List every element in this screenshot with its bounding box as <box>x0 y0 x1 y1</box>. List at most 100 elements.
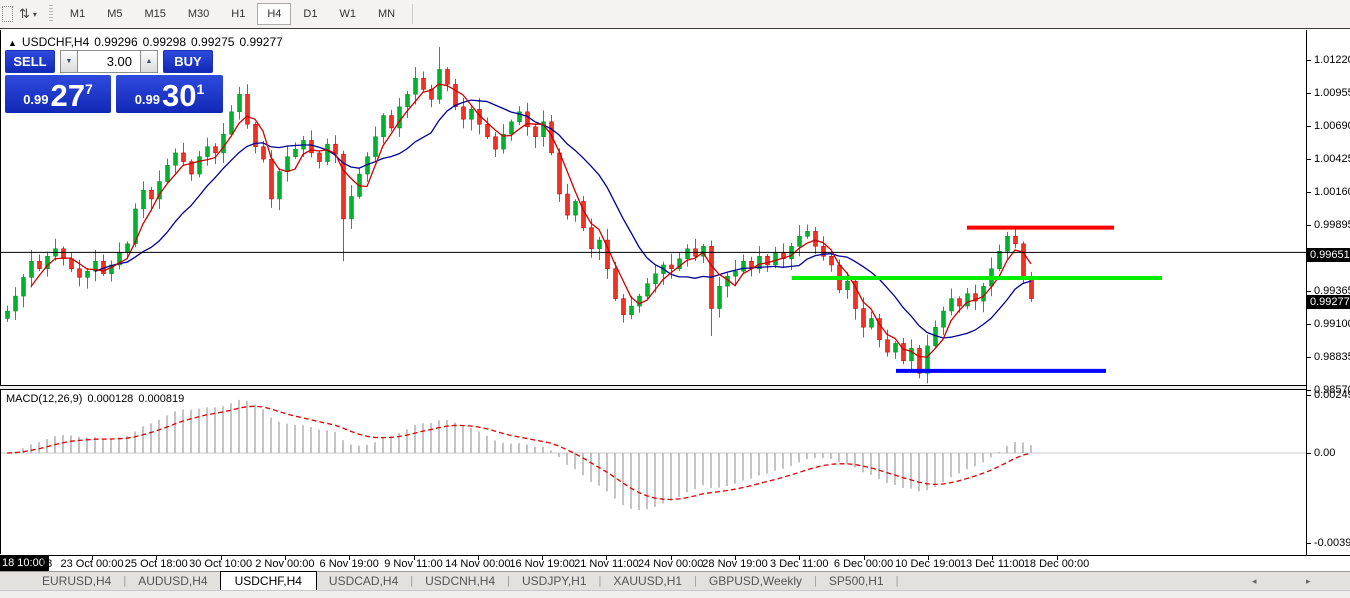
ohlc-low: 0.99275 <box>191 35 234 49</box>
tab-gbpusd-weekly[interactable]: GBPUSD,Weekly <box>697 573 814 589</box>
ohlc-high: 0.99298 <box>143 35 186 49</box>
chart-tab-bar: ◂ ▸ EURUSD,H4 | AUDUSD,H4USDCHF,H4USDCAD,H… <box>0 571 1350 590</box>
sell-price-button[interactable]: 0.99 27 7 <box>5 75 111 113</box>
timeframe-button-mn[interactable]: MN <box>368 3 405 25</box>
price-tick <box>1307 357 1311 358</box>
price-tick-label: 1.00955 <box>1314 87 1350 99</box>
volume-increase-button[interactable]: ▲ <box>140 50 158 73</box>
price-tick <box>1307 291 1311 292</box>
tab-usdjpy-h1[interactable]: USDJPY,H1 <box>510 573 598 589</box>
chart-area: ▲USDCHF,H40.992960.992980.992750.99277 S… <box>0 30 1350 571</box>
timeframe-toolbar: M1M5M15M30H1H4D1W1MN <box>59 3 406 25</box>
price-box-label: 0.99277 <box>1307 295 1350 309</box>
time-tick-label: 23 Oct 00:00 <box>61 558 124 570</box>
price-tick-label: 1.00425 <box>1314 153 1350 165</box>
macd-tick <box>1307 453 1311 454</box>
tab-audusd-h4[interactable]: AUDUSD,H4 <box>126 573 219 589</box>
tab-xauusd-h1[interactable]: XAUUSD,H1 <box>601 573 694 589</box>
price-tick <box>1307 93 1311 94</box>
macd-name: MACD(12,26,9) <box>6 393 82 405</box>
status-bar <box>0 590 1350 598</box>
macd-canvas[interactable] <box>1 390 1307 554</box>
buy-price-button[interactable]: 0.99 30 1 <box>116 75 223 113</box>
tab-scroll-right-icon[interactable]: ▸ <box>1306 576 1311 587</box>
time-tick-label: 14 Nov 00:00 <box>445 558 510 570</box>
mt4-window: ⇅ ▾ M1M5M15M30H1H4D1W1MN ▲USDCHF,H40.992… <box>0 0 1350 598</box>
macd-tick-label: -0.003913 <box>1314 537 1350 549</box>
timeframe-button-m5[interactable]: M5 <box>97 3 132 25</box>
timeframe-button-m1[interactable]: M1 <box>60 3 95 25</box>
timeframe-button-m30[interactable]: M30 <box>178 3 219 25</box>
time-tick-label: 3 Dec 11:00 <box>770 558 829 570</box>
price-tick-label: 0.99895 <box>1314 219 1350 231</box>
buy-button[interactable]: BUY <box>163 50 213 73</box>
price-tick <box>1307 324 1311 325</box>
time-tick-label: 30 Oct 10:00 <box>189 558 252 570</box>
tab-sp500-h1[interactable]: SP500,H1 <box>817 573 896 589</box>
price-axis[interactable]: 1.012201.009551.006901.004251.001600.998… <box>1306 30 1350 555</box>
time-tick-label: 28 Nov 19:00 <box>702 558 767 570</box>
time-axis[interactable]: 18 10:00 18 23 Oct 00:0025 Oct 18:0030 O… <box>0 555 1350 571</box>
tab-usdchf-h4[interactable]: USDCHF,H4 <box>220 571 317 591</box>
macd-pane[interactable] <box>0 390 1306 554</box>
sell-price-big: 27 <box>51 81 85 111</box>
volume-decrease-button[interactable]: ▼ <box>60 50 78 73</box>
ohlc-open: 0.99296 <box>94 35 137 49</box>
timeframe-button-h1[interactable]: H1 <box>221 3 255 25</box>
price-tick-label: 1.00690 <box>1314 120 1350 132</box>
toolbar-separator <box>412 4 413 24</box>
new-order-icon: ⇅ <box>19 6 30 22</box>
macd-value2: 0.000819 <box>138 393 184 405</box>
buy-price-prefix: 0.99 <box>135 92 160 107</box>
volume-input[interactable]: 3.00 <box>78 50 140 73</box>
price-tick <box>1307 225 1311 226</box>
symbol-period: USDCHF,H4 <box>22 35 89 49</box>
time-tick-label: 2 Nov 00:00 <box>255 558 314 570</box>
time-label-start: 18 <box>40 558 52 570</box>
timeframe-button-m15[interactable]: M15 <box>134 3 175 25</box>
time-tick-label: 10 Dec 19:00 <box>895 558 960 570</box>
time-tick-label: 25 Oct 18:00 <box>125 558 188 570</box>
time-tick-label: 13 Dec 11:00 <box>960 558 1025 570</box>
tab-usdcnh-h4[interactable]: USDCNH,H4 <box>413 573 507 589</box>
toolbar-grip[interactable] <box>49 5 53 23</box>
macd-indicator-label: MACD(12,26,9) 0.000128 0.000819 <box>6 393 189 405</box>
macd-tick-label: 0.00 <box>1314 447 1335 459</box>
time-tick-label: 21 Nov 11:00 <box>574 558 639 570</box>
price-tick <box>1307 159 1311 160</box>
buy-price-big: 30 <box>162 81 196 111</box>
timeframe-button-h4[interactable]: H4 <box>257 3 291 25</box>
price-tick-label: 0.99100 <box>1314 318 1350 330</box>
buy-price-sup: 1 <box>197 81 205 97</box>
macd-value1: 0.000128 <box>87 393 133 405</box>
tab-separator: | <box>896 575 899 587</box>
tab-scroll-left-icon[interactable]: ◂ <box>1252 576 1257 587</box>
macd-tick-label: 0.002492 <box>1314 389 1350 401</box>
tab-eurusd-h4[interactable]: EURUSD,H4 <box>30 573 123 589</box>
price-box-label: 0.99651 <box>1307 248 1350 262</box>
price-tick <box>1307 126 1311 127</box>
main-toolbar: ⇅ ▾ M1M5M15M30H1H4D1W1MN <box>0 0 1350 29</box>
price-tick-label: 0.98835 <box>1314 351 1350 363</box>
macd-tick <box>1307 543 1311 544</box>
tab-usdcad-h4[interactable]: USDCAD,H4 <box>317 573 410 589</box>
price-tick <box>1307 192 1311 193</box>
time-tick-label: 18 Dec 00:00 <box>1024 558 1089 570</box>
chevron-down-icon: ▾ <box>33 10 37 19</box>
time-tick-label: 24 Nov 00:00 <box>638 558 703 570</box>
time-tick-label: 6 Nov 19:00 <box>320 558 379 570</box>
sell-price-sup: 7 <box>85 81 93 97</box>
timeframe-button-w1[interactable]: W1 <box>329 3 366 25</box>
sell-button[interactable]: SELL <box>5 50 55 73</box>
time-tick-label: 9 Nov 11:00 <box>384 558 443 570</box>
timeframe-button-d1[interactable]: D1 <box>293 3 327 25</box>
price-tick-label: 1.00160 <box>1314 186 1350 198</box>
chart-title: ▲USDCHF,H40.992960.992980.992750.99277 <box>8 35 288 49</box>
time-tick-label: 6 Dec 00:00 <box>834 558 893 570</box>
one-click-trading-panel: SELL ▼ 3.00 ▲ BUY 0.99 27 7 0.99 30 1 <box>5 50 223 113</box>
new-order-button[interactable]: ⇅ ▾ <box>15 3 41 25</box>
clipped-toolbar-icon[interactable] <box>2 6 13 22</box>
sell-price-prefix: 0.99 <box>23 92 48 107</box>
macd-tick <box>1307 395 1311 396</box>
price-tick <box>1307 60 1311 61</box>
